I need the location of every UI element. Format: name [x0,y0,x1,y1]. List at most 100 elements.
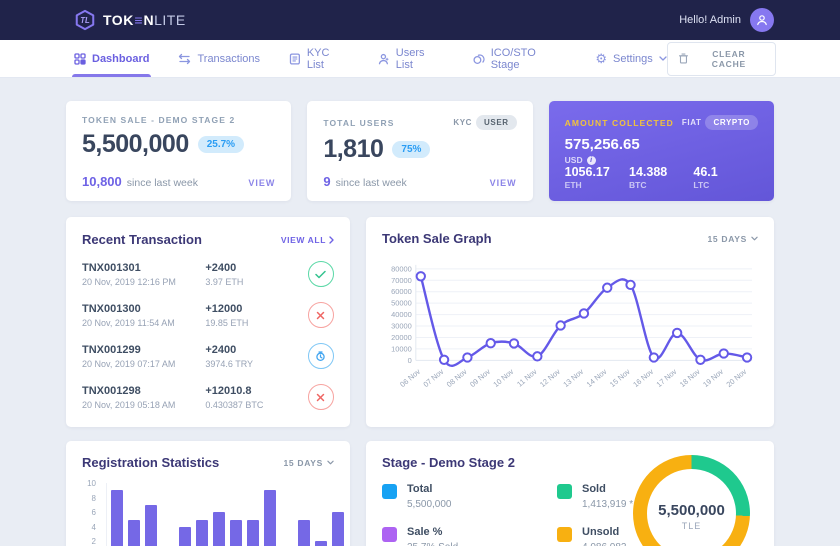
tx-sub-amount: 0.430387 BTC [205,400,304,410]
bar [179,527,191,546]
chevron-down-icon [751,236,758,241]
user-icon [378,53,390,65]
transaction-row[interactable]: TNX001299 20 Nov, 2019 07:17 AM +2400 39… [82,335,334,376]
total-users-label: TOTAL USERS [323,118,394,128]
svg-text:17 Nov: 17 Nov [655,367,679,389]
nav-item-ico-sto-stage[interactable]: ICO/STO Stage [473,40,566,77]
token-sale-delta: 10,800 [82,174,122,189]
users-toggle-user[interactable]: USER [476,115,517,130]
tx-id: TNX001298 [82,385,205,397]
tx-date: 20 Nov, 2019 12:16 PM [82,277,205,287]
status-approved-icon[interactable] [308,261,334,287]
bar [298,520,310,546]
avatar[interactable] [750,8,774,32]
status-rejected-icon[interactable] [308,302,334,328]
nav-item-settings[interactable]: ⚙ Settings [595,40,666,77]
svg-text:13 Nov: 13 Nov [561,367,585,389]
svg-text:08 Nov: 08 Nov [445,367,469,389]
bar [247,520,259,546]
tx-amount: +2400 [205,262,304,274]
period-label: 15 DAYS [707,234,747,244]
token-sale-value: 5,500,000 [82,130,189,159]
bar [145,505,157,546]
coin-ltc: 46.1 LTC [693,165,757,190]
status-pending-icon[interactable] [308,343,334,369]
svg-text:14 Nov: 14 Nov [585,367,609,389]
status-rejected-icon[interactable] [308,384,334,410]
registration-bar-chart: 108642 [82,483,334,546]
amount-currency: USD [565,155,583,165]
total-users-caption: since last week [336,177,407,189]
coin-eth: 1056.17 ETH [565,165,629,190]
collected-toggle-fiat[interactable]: FIAT [682,118,702,127]
chevron-down-icon [659,56,667,61]
svg-text:16 Nov: 16 Nov [631,367,655,389]
legend-item-total: Total 5,500,000 [382,483,557,510]
svg-text:40000: 40000 [391,310,412,319]
nav-item-kyc-list[interactable]: KYC List [289,40,349,77]
svg-text:10000: 10000 [391,344,412,353]
legend-value: 1,413,919 * [582,499,633,510]
token-sale-line-chart: 0100002000030000400005000060000700008000… [382,250,758,419]
svg-text:06 Nov: 06 Nov [398,367,422,389]
registration-statistics-title: Registration Statistics [82,455,219,470]
coin-value: 46.1 [693,165,757,179]
tx-amount: +12010.8 [205,385,304,397]
nav-label: Settings [613,53,653,65]
recent-transactions-card: Recent Transaction VIEW ALL TNX001301 20… [66,217,350,427]
legend-value: 4,086,082 [582,542,627,546]
info-icon[interactable]: i [587,156,596,165]
collected-toggle-crypto[interactable]: CRYPTO [705,115,758,130]
tx-id: TNX001299 [82,344,205,356]
svg-text:12 Nov: 12 Nov [538,367,562,389]
amount-collected-value: 575,256.65 [565,136,758,153]
bar-chart-period-dropdown[interactable]: 15 DAYS [283,458,334,468]
view-all-link[interactable]: VIEW ALL [281,235,334,245]
transaction-row[interactable]: TNX001298 20 Nov, 2019 05:18 AM +12010.8… [82,376,334,417]
total-users-value: 1,810 [323,135,383,164]
coin-label: LTC [693,180,757,190]
clear-cache-label: CLEAR CACHE [694,49,764,69]
nav-label: Users List [396,47,444,71]
token-sale-badge: 25.7% [198,136,244,153]
document-icon [289,53,301,65]
coin-label: ETH [565,180,629,190]
svg-text:15 Nov: 15 Nov [608,367,632,389]
total-users-view-link[interactable]: VIEW [490,178,517,188]
svg-text:11 Nov: 11 Nov [515,367,539,389]
bar [332,512,344,546]
line-chart-period-dropdown[interactable]: 15 DAYS [707,234,758,244]
bar-chart-bars [106,483,344,546]
unsold-swatch [557,527,572,542]
transaction-row[interactable]: TNX001300 20 Nov, 2019 11:54 AM +12000 1… [82,294,334,335]
brand-logo[interactable]: TL TOK≡NLITE [74,9,186,31]
registration-statistics-card: Registration Statistics 15 DAYS 108642 [66,441,350,546]
clear-cache-button[interactable]: CLEAR CACHE [667,42,776,76]
amount-collected-label: AMOUNT COLLECTED [565,118,674,128]
nav-item-users-list[interactable]: Users List [378,40,444,77]
legend-label: Sale % [407,526,458,538]
tx-date: 20 Nov, 2019 11:54 AM [82,318,205,328]
nav-item-dashboard[interactable]: Dashboard [74,40,149,77]
total-users-delta: 9 [323,174,330,189]
svg-text:50000: 50000 [391,299,412,308]
users-toggle-kyc[interactable]: KYC [453,118,472,127]
top-bar: TL TOK≡NLITE Hello! Admin [0,0,840,40]
svg-text:0: 0 [408,356,412,365]
nav-label: Dashboard [92,53,149,65]
period-label: 15 DAYS [283,458,323,468]
brand-name: TOK≡NLITE [103,12,186,28]
transaction-row[interactable]: TNX001301 20 Nov, 2019 12:16 PM +2400 3.… [82,253,334,294]
bar [196,520,208,546]
svg-text:10 Nov: 10 Nov [491,367,515,389]
transactions-title: Recent Transaction [82,232,202,247]
token-sale-card: TOKEN SALE - DEMO STAGE 2 5,500,000 25.7… [66,101,291,201]
stage-donut-chart: 5,500,000 TLE [633,455,750,546]
nav-item-transactions[interactable]: Transactions [178,40,260,77]
total-users-badge: 75% [392,141,430,158]
bar [213,512,225,546]
bar [128,520,140,546]
tokenlite-hexagon-icon: TL [74,9,96,31]
stage-title: Stage - Demo Stage 2 [382,455,515,470]
token-sale-view-link[interactable]: VIEW [248,178,275,188]
